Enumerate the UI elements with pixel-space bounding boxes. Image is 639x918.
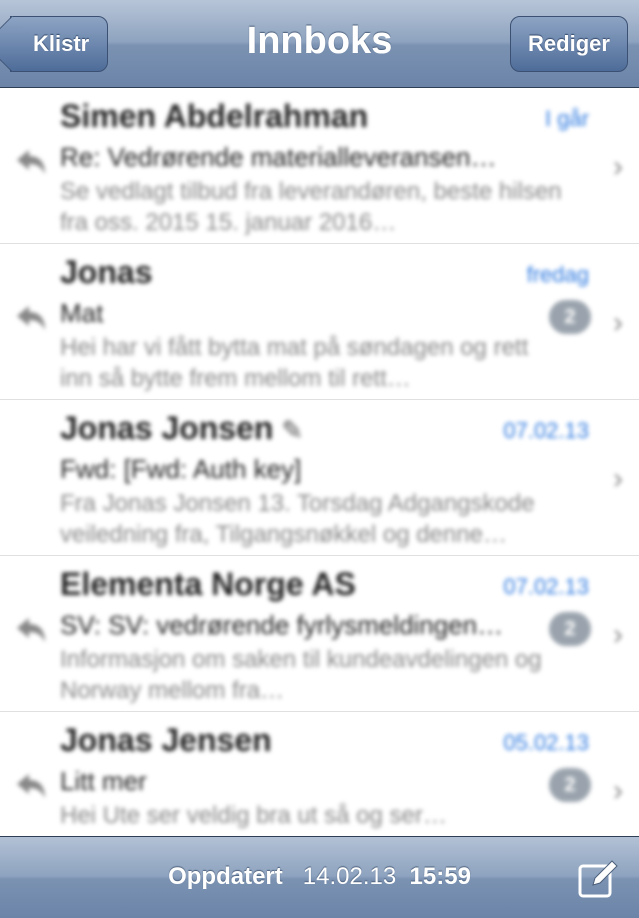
message-subject: Fwd: [Fwd: Auth key] [60, 454, 302, 484]
message-date: 05.02.13 [503, 730, 589, 755]
compose-icon[interactable] [577, 857, 621, 901]
message-row[interactable]: Jonas Jensen 05.02.13 Litt mer Hei Ute s… [0, 712, 639, 836]
chevron-right-icon: › [613, 618, 623, 651]
chevron-right-icon: › [613, 774, 623, 807]
chevron-right-icon: › [613, 150, 623, 183]
reply-arrow-icon [17, 774, 45, 798]
message-row[interactable]: Simen Abdelrahman I går Re: Vedrørende m… [0, 88, 639, 244]
message-sender: Jonas [60, 254, 153, 290]
navigation-bar: Klistr Innboks Rediger [0, 0, 639, 88]
message-preview: Hei Ute ser veldig bra ut så og ser… [60, 802, 447, 829]
status-time: 15:59 [409, 863, 471, 890]
message-sender: Simen Abdelrahman [60, 98, 369, 134]
reply-arrow-icon [17, 618, 45, 642]
message-sender: Jonas Jensen [60, 722, 272, 758]
message-row[interactable]: Jonas Jonsen ✎ 07.02.13 Fwd: [Fwd: Auth k… [0, 400, 639, 556]
message-preview: Fra Jonas Jonsen 13. Torsdag Adgangskode… [60, 490, 535, 548]
update-status: Oppdatert 14.02.13 15:59 [0, 863, 639, 891]
status-date: 14.02.13 [302, 863, 397, 890]
message-subject: Re: Vedrørende materialleveransen… [60, 142, 497, 172]
bottom-toolbar: Oppdatert 14.02.13 15:59 [0, 836, 639, 918]
message-sender: Elementa Norge AS [60, 566, 356, 602]
message-sender: Jonas Jonsen ✎ [60, 410, 303, 447]
message-row[interactable]: Jonas fredag Mat Hei har vi fått bytta m… [0, 244, 639, 400]
message-subject: Litt mer [60, 766, 147, 796]
message-sender-name: Jonas Jonsen [60, 410, 274, 446]
message-date: I går [544, 106, 589, 131]
message-preview: Hei har vi fått bytta mat på søndagen og… [60, 334, 529, 392]
message-preview: Se vedlagt tilbud fra leverandøren, best… [60, 178, 562, 236]
message-preview: Informasjon om saken til kundeavdelingen… [60, 646, 542, 704]
message-list: Simen Abdelrahman I går Re: Vedrørende m… [0, 88, 639, 836]
thread-count-badge: 2 [549, 300, 591, 334]
status-label: Oppdatert [168, 863, 283, 890]
message-date: 07.02.13 [503, 418, 589, 443]
reply-arrow-icon [17, 306, 45, 330]
message-date: fredag [526, 262, 589, 287]
thread-count-badge: 2 [549, 768, 591, 802]
chevron-right-icon: › [613, 306, 623, 339]
message-row[interactable]: Elementa Norge AS 07.02.13 SV: SV: vedrø… [0, 556, 639, 712]
paperclip-icon: ✎ [281, 415, 304, 445]
chevron-right-icon: › [613, 462, 623, 495]
message-date: 07.02.13 [503, 574, 589, 599]
message-subject: Mat [60, 298, 104, 328]
edit-button[interactable]: Rediger [510, 16, 628, 72]
reply-arrow-icon [17, 150, 45, 174]
message-subject: SV: SV: vedrørende fyrlysmeldingen… [60, 610, 504, 640]
thread-count-badge: 2 [549, 612, 591, 646]
